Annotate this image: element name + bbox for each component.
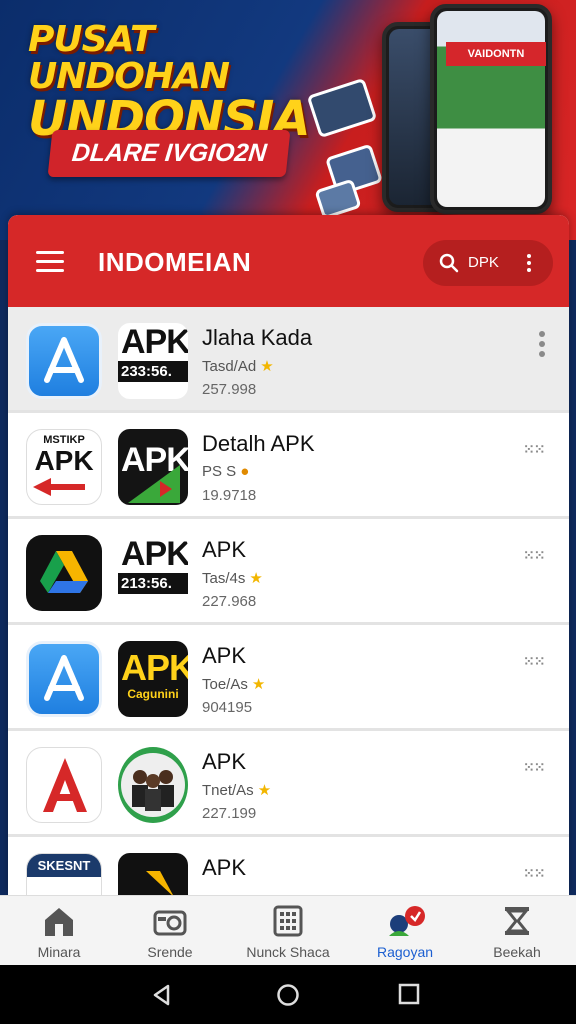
app-list-item[interactable]: APK 233:56. Jlaha Kada Tasd/Ad ★ 257.998 [8, 307, 569, 413]
star-icon: ★ [251, 676, 266, 693]
nav-item-grid[interactable]: Nunck Shaca [233, 902, 343, 962]
group-photo-icon [118, 747, 188, 823]
home-icon [45, 908, 73, 936]
app-subtitle: Toe/As ★ [202, 675, 265, 693]
home-button-icon[interactable] [276, 983, 300, 1007]
drive-icon [26, 535, 102, 611]
apk-yellow-icon: APK Cagunini [118, 641, 188, 717]
apk-badge-text: APK [121, 535, 188, 573]
hamburger-menu-icon[interactable] [36, 251, 64, 273]
app-store-icon [26, 641, 102, 717]
apk-logo-text: APK [34, 445, 94, 476]
nav-item-camera[interactable]: Srende [115, 902, 225, 962]
nav-item-hourglass[interactable]: Beekah [462, 902, 572, 962]
apk-dark-icon: APK [118, 429, 188, 505]
app-title: Detalh APK [202, 431, 315, 456]
app-subtitle-text: Tnet/As [202, 782, 254, 799]
app-header: INDOMEIAN DPK [8, 215, 569, 307]
system-nav-bar [0, 965, 576, 1024]
app-count: 904195 [202, 699, 253, 716]
app-subtitle: Tnet/As ★ [202, 781, 271, 799]
banner-title-line1: PUSAT UNDOHAN [28, 19, 230, 97]
banner-title: PUSAT UNDOHAN UNDONSIA [28, 19, 328, 144]
camera-icon [153, 910, 187, 936]
app-subtitle-text: Tas/4s [202, 570, 246, 587]
more-options-icon[interactable]: ⁙⁙ [523, 547, 545, 567]
bottom-navigation: Minara Srende Nunck Shaca Ragoyan Beekah [0, 895, 576, 965]
app-list-item[interactable]: APK 213:56. APK Tas/4s ★ 227.968 ⁙⁙ [8, 519, 569, 625]
app-list-item[interactable]: MSTIKP APK APK Detalh APK PS S ● 19.9718 … [8, 413, 569, 519]
nav-item-community[interactable]: Ragoyan [350, 902, 460, 962]
app-list-item[interactable]: APK Tnet/As ★ 227.199 ⁙⁙ [8, 731, 569, 837]
search-text: DPK [468, 254, 499, 271]
app-subtitle-text: Tasd/Ad [202, 358, 257, 375]
more-options-icon[interactable]: ⁙⁙ [523, 759, 545, 779]
nav-label: Srende [147, 944, 193, 960]
header-title: INDOMEIAN [98, 247, 252, 277]
promo-banner[interactable]: PUSAT UNDOHAN UNDONSIA DLARE IVGIO2N VAI… [0, 0, 576, 240]
nav-item-home[interactable]: Minara [4, 902, 114, 962]
nav-label: Nunck Shaca [246, 944, 330, 960]
banner-pill: DLARE IVGIO2N [47, 130, 291, 177]
apk-badge-text: APK [121, 647, 188, 688]
recents-icon[interactable] [398, 983, 420, 1005]
apk-badge-icon: APK 213:56. [118, 535, 188, 611]
apk-badge-text: APK [121, 323, 188, 361]
app-list: APK 233:56. Jlaha Kada Tasd/Ad ★ 257.998 … [8, 307, 569, 895]
more-options-icon[interactable]: ⁙⁙ [523, 653, 545, 673]
nav-label: Minara [37, 944, 81, 960]
more-options-icon[interactable] [527, 254, 531, 272]
app-subtitle-text: PS S [202, 463, 237, 480]
app-title: APK [202, 855, 247, 880]
app-subtitle-text: Toe/As [202, 676, 248, 693]
app-count: 257.998 [202, 381, 257, 398]
back-icon[interactable] [150, 983, 174, 1007]
community-icon [389, 906, 425, 936]
star-icon: ★ [249, 570, 263, 587]
app-count: 19.9718 [202, 487, 257, 504]
apk-badge-icon: APK 233:56. [118, 323, 188, 399]
apk-badge-bar: 213:56. [118, 573, 188, 594]
nav-label: Beekah [493, 944, 541, 960]
app-subtitle: PS S ● [202, 463, 249, 480]
drive-dark-icon [118, 853, 188, 895]
app-icon: SKESNT [26, 853, 102, 895]
app-icon-text: SKESNT [27, 854, 101, 877]
nav-label: Ragoyan [376, 944, 434, 960]
app-count: 227.968 [202, 593, 257, 610]
banner-phone-image: VAIDONTN [430, 4, 552, 214]
apk-badge-bar: Cagunini [127, 687, 179, 701]
search-icon [439, 253, 459, 273]
coin-icon: ● [240, 463, 250, 480]
app-title: APK [202, 537, 247, 562]
app-list-card: INDOMEIAN DPK APK 233:56. Jlaha Kada Tas… [8, 215, 569, 895]
app-title: APK [202, 643, 247, 668]
app-store-icon [26, 323, 102, 399]
banner-phone-brand: VAIDONTN [446, 42, 546, 66]
app-count: 227.199 [202, 805, 257, 822]
more-options-icon[interactable] [539, 331, 545, 361]
apk-logo-icon: MSTIKP APK [26, 429, 102, 505]
apk-badge-bar: 233:56. [118, 361, 188, 382]
star-icon: ★ [257, 782, 272, 799]
app-list-item[interactable]: SKESNT APK ⁙⁙ [8, 837, 569, 895]
app-list-item[interactable]: APK Cagunini APK Toe/As ★ 904195 ⁙⁙ [8, 625, 569, 731]
app-title: APK [202, 749, 247, 774]
more-options-icon[interactable]: ⁙⁙ [523, 441, 545, 461]
search-button[interactable]: DPK [423, 240, 553, 286]
red-a-icon [26, 747, 102, 823]
more-options-icon[interactable]: ⁙⁙ [523, 865, 545, 885]
app-subtitle: Tas/4s ★ [202, 569, 263, 587]
app-subtitle: Tasd/Ad ★ [202, 357, 274, 375]
app-title: Jlaha Kada [202, 325, 313, 350]
hourglass-icon [504, 907, 530, 935]
banner-photo-card [314, 178, 362, 220]
grid-icon [273, 905, 303, 937]
star-icon: ★ [260, 358, 274, 375]
